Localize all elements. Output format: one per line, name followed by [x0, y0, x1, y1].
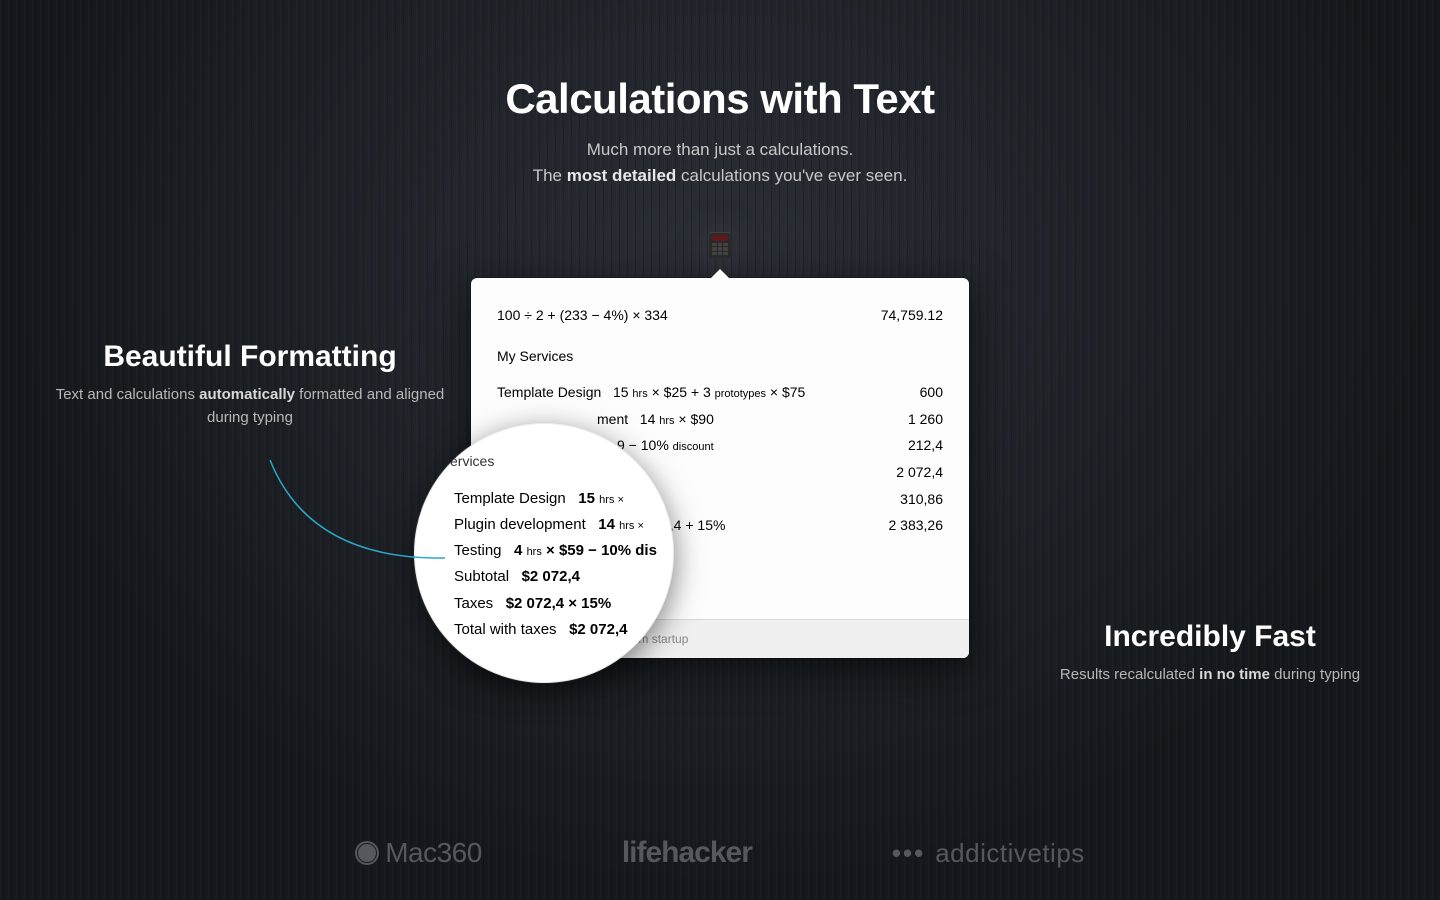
page-subtitle: Much more than just a calculations. The …	[0, 137, 1440, 188]
callout-text: Text and calculations automatically form…	[40, 384, 460, 429]
expression: Template Design 15 hrs × $25 + 3 prototy…	[497, 379, 805, 406]
callout-formatting: Beautiful Formatting Text and calculatio…	[40, 340, 460, 429]
section-label: My Services	[497, 343, 943, 370]
callout-text: Results recalculated in no time during t…	[1040, 664, 1380, 687]
result: 74,759.12	[853, 302, 943, 329]
result: 600	[853, 379, 943, 406]
magnifier-line: Template Design 15 hrs ×	[454, 486, 654, 512]
magnifier-line: Taxes $2 072,4 × 15%	[454, 591, 654, 617]
page-title: Calculations with Text	[0, 75, 1440, 123]
magnifier-line: Total with taxes $2 072,4	[454, 617, 654, 643]
logo-mac360: Mac360	[355, 837, 482, 869]
magnifier-lens: ervices Template Design 15 hrs × Plugin …	[414, 423, 674, 683]
expression: 100 ÷ 2 + (233 − 4%) × 334	[497, 302, 668, 329]
result: 310,86	[853, 486, 943, 513]
dots-icon: •••	[892, 838, 925, 869]
logo-lifehacker: lifehacker	[622, 836, 752, 870]
press-logos: Mac360 lifehacker •••addictivetips	[0, 836, 1440, 870]
result: 2 383,26	[853, 512, 943, 539]
magnifier-header: ervices	[450, 449, 654, 474]
magnifier-line: Plugin development 14 hrs ×	[454, 512, 654, 538]
result: 1 260	[853, 406, 943, 433]
result: 2 072,4	[853, 459, 943, 486]
calc-row: Template Design 15 hrs × $25 + 3 prototy…	[497, 379, 943, 406]
callout-title: Incredibly Fast	[1040, 620, 1380, 654]
hero-section: Calculations with Text Much more than ju…	[0, 0, 1440, 188]
callout-fast: Incredibly Fast Results recalculated in …	[1040, 620, 1380, 687]
calc-row: 100 ÷ 2 + (233 − 4%) × 334 74,759.12	[497, 302, 943, 329]
magnifier-line: Subtotal $2 072,4	[454, 564, 654, 590]
calculator-icon[interactable]	[709, 232, 731, 258]
magnifier-line: Testing 4 hrs × $59 − 10% dis	[454, 538, 654, 564]
callout-title: Beautiful Formatting	[40, 340, 460, 374]
logo-addictivetips: •••addictivetips	[892, 838, 1085, 869]
result: 212,4	[853, 432, 943, 459]
globe-icon	[355, 841, 379, 865]
